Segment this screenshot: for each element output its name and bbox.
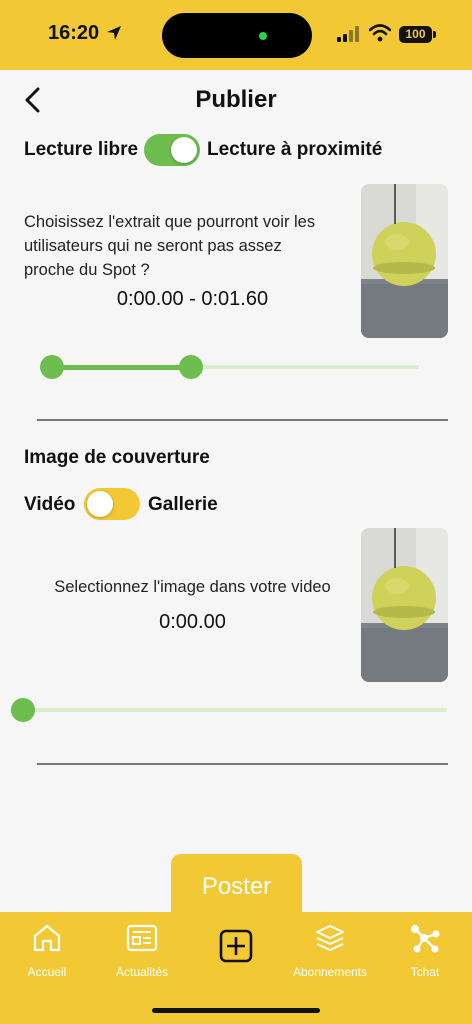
excerpt-range-start-handle[interactable] [40,355,64,379]
tab-label: Abonnements [292,965,368,979]
section-divider [37,419,448,421]
layers-icon [316,925,344,951]
toggle-label-gallery: Gallerie [148,494,218,515]
battery-tip [433,31,436,38]
post-button[interactable]: Poster [171,854,302,920]
cover-instruction: Selectionnez l'image dans votre video [54,578,331,596]
status-time: 16:20 [48,22,100,44]
home-indicator [152,1008,320,1013]
wifi-icon [369,24,391,42]
toggle-label-proximity-reading: Lecture à proximité [207,139,383,160]
instruction-line: utilisateurs qui ne seront pas assez [24,237,282,255]
cover-frame-track[interactable] [23,708,447,712]
toggle-label-free-reading: Lecture libre [24,139,139,160]
excerpt-range-end-handle[interactable] [179,355,204,379]
news-icon [126,924,158,952]
page-title: Publier [195,86,277,113]
location-arrow-icon [107,26,121,40]
instruction-line: proche du Spot ? [24,261,150,279]
section-divider [37,763,448,765]
reading-mode-toggle[interactable] [144,134,200,166]
video-thumbnail[interactable] [361,184,448,338]
cover-frame-handle[interactable] [11,698,35,722]
excerpt-instruction: Choisissez l'extrait que pourront voir l… [24,210,359,282]
add-icon [219,929,253,963]
tab-add[interactable] [210,912,262,1002]
tab-subscriptions[interactable]: Abonnements [286,912,374,1002]
toggle-label-video: Vidéo [24,494,76,515]
camera-indicator-dot [259,32,267,40]
cover-image-thumbnail[interactable] [361,528,448,682]
status-bar: 16:20 100 [0,0,472,70]
dynamic-island [162,13,312,58]
excerpt-range-fill [52,365,192,370]
tab-label: Actualités [115,965,169,979]
tab-chat[interactable]: Tchat [398,912,452,1002]
instruction-line: Choisissez l'extrait que pourront voir l… [24,213,316,231]
network-icon [411,925,440,953]
home-icon [33,924,61,952]
battery-indicator: 100 [399,26,432,43]
toggle-knob [87,491,113,517]
cover-section-title: Image de couverture [24,447,210,468]
tab-label: Tchat [410,965,440,979]
excerpt-time-range: 0:00.00 - 0:01.60 [116,288,269,310]
cover-source-toggle[interactable] [84,488,140,520]
tab-news[interactable]: Actualités [104,912,180,1002]
toggle-knob [171,137,197,163]
cellular-signal-icon [337,26,359,42]
tab-home[interactable]: Accueil [12,912,82,1002]
cover-time: 0:00.00 [159,611,226,633]
tab-label: Accueil [27,965,67,979]
